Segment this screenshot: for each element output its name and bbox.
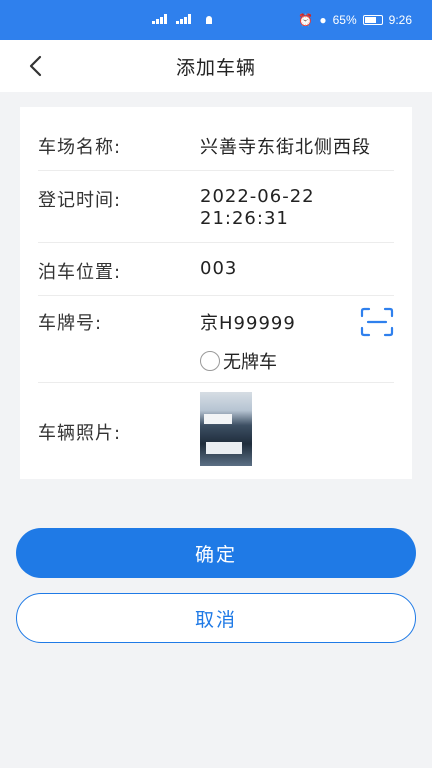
no-plate-radio[interactable]: 无牌车 (200, 348, 277, 374)
vehicle-photo-thumbnail[interactable] (200, 392, 252, 466)
no-plate-label: 无牌车 (223, 352, 277, 373)
plate-value[interactable]: 京H99999 (200, 309, 296, 335)
back-icon[interactable] (26, 54, 46, 78)
location-icon: ● (319, 13, 327, 27)
row-photo: 车辆照片: (38, 382, 394, 479)
plate-label: 车牌号: (38, 313, 103, 334)
vehicle-form-card: 车场名称: 兴善寺东街北侧西段 登记时间: 2022-06-22 21:26:3… (20, 107, 412, 479)
parking-lot-value: 兴善寺东街北侧西段 (200, 137, 371, 158)
row-register-time: 登记时间: 2022-06-22 21:26:31 (38, 170, 394, 243)
scan-icon[interactable] (360, 307, 394, 337)
radio-circle[interactable] (200, 351, 220, 371)
row-parking-lot: 车场名称: 兴善寺东街北侧西段 (38, 107, 394, 171)
row-parking-spot: 泊车位置: 003 (38, 242, 394, 296)
photo-label: 车辆照片: (38, 423, 122, 444)
row-plate: 车牌号: 京H99999 无牌车 (38, 295, 394, 383)
signal-icon (176, 14, 194, 24)
signal-icon (152, 14, 170, 24)
status-bar: ⏰ ● 65% 9:26 (0, 0, 432, 40)
battery-percent: 65% (332, 13, 357, 27)
confirm-button[interactable]: 确定 (16, 528, 416, 578)
nav-bar: 添加车辆 (0, 40, 432, 92)
register-time-label: 登记时间: (38, 190, 122, 211)
cancel-button[interactable]: 取消 (16, 593, 416, 643)
battery-icon (362, 15, 383, 25)
signal-indicators (152, 14, 218, 24)
register-time-value: 21:26:31 (200, 208, 289, 229)
parking-lot-label: 车场名称: (38, 137, 122, 158)
parking-spot-value: 003 (200, 258, 238, 279)
alarm-icon: ⏰ (298, 13, 314, 27)
clock: 9:26 (388, 13, 412, 27)
page-title: 添加车辆 (175, 56, 256, 79)
register-date-value: 2022-06-22 (200, 186, 315, 207)
parking-spot-label: 泊车位置: (38, 262, 122, 283)
wifi-icon (200, 14, 218, 24)
